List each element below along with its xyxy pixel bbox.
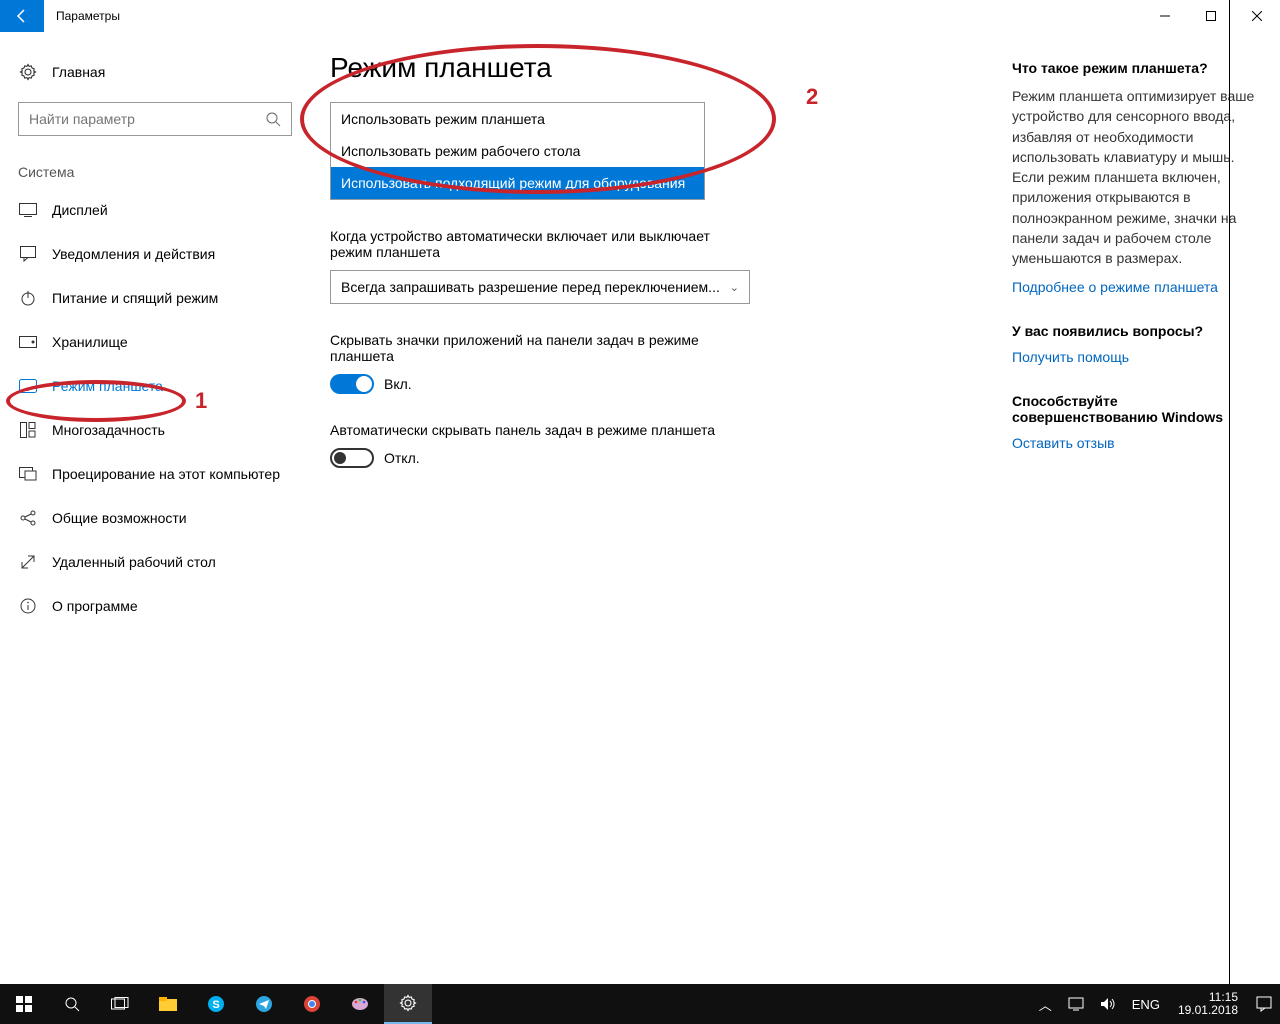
nav-label: Проецирование на этот компьютер [52, 466, 280, 482]
taskbar-telegram[interactable] [240, 984, 288, 1024]
sidebar-item-notifications[interactable]: Уведомления и действия [0, 232, 310, 276]
minimize-button[interactable] [1142, 0, 1188, 32]
sidebar-item-shared[interactable]: Общие возможности [0, 496, 310, 540]
sidebar-item-projecting[interactable]: Проецирование на этот компьютер [0, 452, 310, 496]
taskbar-search[interactable] [48, 984, 96, 1024]
hide-icons-state: Вкл. [384, 376, 412, 392]
nav-label: Питание и спящий режим [52, 290, 218, 306]
hide-icons-toggle[interactable] [330, 374, 374, 394]
start-button[interactable] [0, 984, 48, 1024]
nav-label: Удаленный рабочий стол [52, 554, 216, 570]
taskbar-chrome[interactable] [288, 984, 336, 1024]
tray-network-icon[interactable] [1060, 984, 1092, 1024]
sidebar-item-multitasking[interactable]: Многозадачность [0, 408, 310, 452]
back-button[interactable] [0, 0, 44, 32]
signin-mode-dropdown[interactable]: Использовать режим планшета Использовать… [330, 102, 705, 200]
main-content: Режим планшета Использовать режим планше… [310, 32, 1012, 984]
dropdown-option-desktop[interactable]: Использовать режим рабочего стола [331, 135, 704, 167]
select-value: Всегда запрашивать разрешение перед пере… [341, 279, 720, 295]
tablet-icon [18, 376, 38, 396]
search-icon [265, 111, 281, 127]
chevron-down-icon: ⌄ [730, 281, 739, 294]
power-icon [18, 288, 38, 308]
taskbar-explorer[interactable] [144, 984, 192, 1024]
search-input[interactable] [18, 102, 292, 136]
info-heading-1: Что такое режим планшета? [1012, 60, 1260, 76]
scroll-artifact [1229, 0, 1230, 986]
maximize-button[interactable] [1188, 0, 1234, 32]
info-heading-3: Способствуйте совершенствованию Windows [1012, 393, 1260, 425]
window-controls [1142, 0, 1280, 32]
tray-volume-icon[interactable] [1092, 984, 1124, 1024]
learn-more-link[interactable]: Подробнее о режиме планшета [1012, 279, 1260, 295]
multitask-icon [18, 420, 38, 440]
titlebar: Параметры [0, 0, 1280, 32]
nav-label: Многозадачность [52, 422, 165, 438]
storage-icon [18, 332, 38, 352]
auto-switch-select[interactable]: Всегда запрашивать разрешение перед пере… [330, 270, 750, 304]
task-view[interactable] [96, 984, 144, 1024]
svg-text:S: S [212, 999, 219, 1011]
hide-taskbar-state: Откл. [384, 450, 420, 466]
notify-icon [18, 244, 38, 264]
info-heading-2: У вас появились вопросы? [1012, 323, 1260, 339]
dropdown-option-tablet[interactable]: Использовать режим планшета [331, 103, 704, 135]
close-button[interactable] [1234, 0, 1280, 32]
sidebar-item-about[interactable]: О программе [0, 584, 310, 628]
tray-chevron-up-icon[interactable]: ︿ [1031, 984, 1060, 1024]
hide-taskbar-label: Автоматически скрывать панель задач в ре… [330, 422, 750, 438]
info-text: Режим планшета оптимизирует ваше устройс… [1012, 86, 1260, 269]
feedback-link[interactable]: Оставить отзыв [1012, 435, 1260, 451]
gear-icon [18, 62, 38, 82]
sidebar-item-remote[interactable]: Удаленный рабочий стол [0, 540, 310, 584]
info-icon [18, 596, 38, 616]
dropdown-option-auto[interactable]: Использовать подходящий режим для оборуд… [331, 167, 704, 199]
nav-label: Уведомления и действия [52, 246, 215, 262]
page-title: Режим планшета [330, 52, 992, 84]
info-panel: Что такое режим планшета? Режим планшета… [1012, 32, 1280, 984]
sidebar: Главная Система Дисплей Уведомления и де… [0, 32, 310, 984]
nav-label: Дисплей [52, 202, 108, 218]
taskbar-settings[interactable] [384, 984, 432, 1024]
remote-icon [18, 552, 38, 572]
nav-label: Режим планшета [52, 378, 163, 394]
get-help-link[interactable]: Получить помощь [1012, 349, 1260, 365]
tray-time: 11:15 [1209, 990, 1238, 1004]
project-icon [18, 464, 38, 484]
sidebar-home[interactable]: Главная [0, 52, 310, 92]
sidebar-home-label: Главная [52, 64, 105, 80]
sidebar-section-label: Система [0, 160, 310, 188]
search-field[interactable] [29, 111, 265, 127]
taskbar-skype[interactable]: S [192, 984, 240, 1024]
nav-label: Общие возможности [52, 510, 187, 526]
system-tray: ︿ ENG 11:1519.01.2018 [1031, 984, 1280, 1024]
shared-icon [18, 508, 38, 528]
nav-label: Хранилище [52, 334, 128, 350]
display-icon [18, 200, 38, 220]
taskbar: S ︿ ENG 11:1519.01.2018 [0, 984, 1280, 1024]
tray-language[interactable]: ENG [1124, 984, 1168, 1024]
sidebar-item-power[interactable]: Питание и спящий режим [0, 276, 310, 320]
auto-switch-label: Когда устройство автоматически включает … [330, 228, 750, 260]
tray-action-center-icon[interactable] [1248, 984, 1280, 1024]
nav-label: О программе [52, 598, 138, 614]
sidebar-item-tablet-mode[interactable]: Режим планшета [0, 364, 310, 408]
tray-clock[interactable]: 11:1519.01.2018 [1168, 984, 1248, 1024]
taskbar-paint[interactable] [336, 984, 384, 1024]
window-title: Параметры [56, 9, 120, 23]
sidebar-item-storage[interactable]: Хранилище [0, 320, 310, 364]
tray-date: 19.01.2018 [1178, 1003, 1238, 1017]
hide-taskbar-toggle[interactable] [330, 448, 374, 468]
sidebar-item-display[interactable]: Дисплей [0, 188, 310, 232]
hide-icons-label: Скрывать значки приложений на панели зад… [330, 332, 750, 364]
